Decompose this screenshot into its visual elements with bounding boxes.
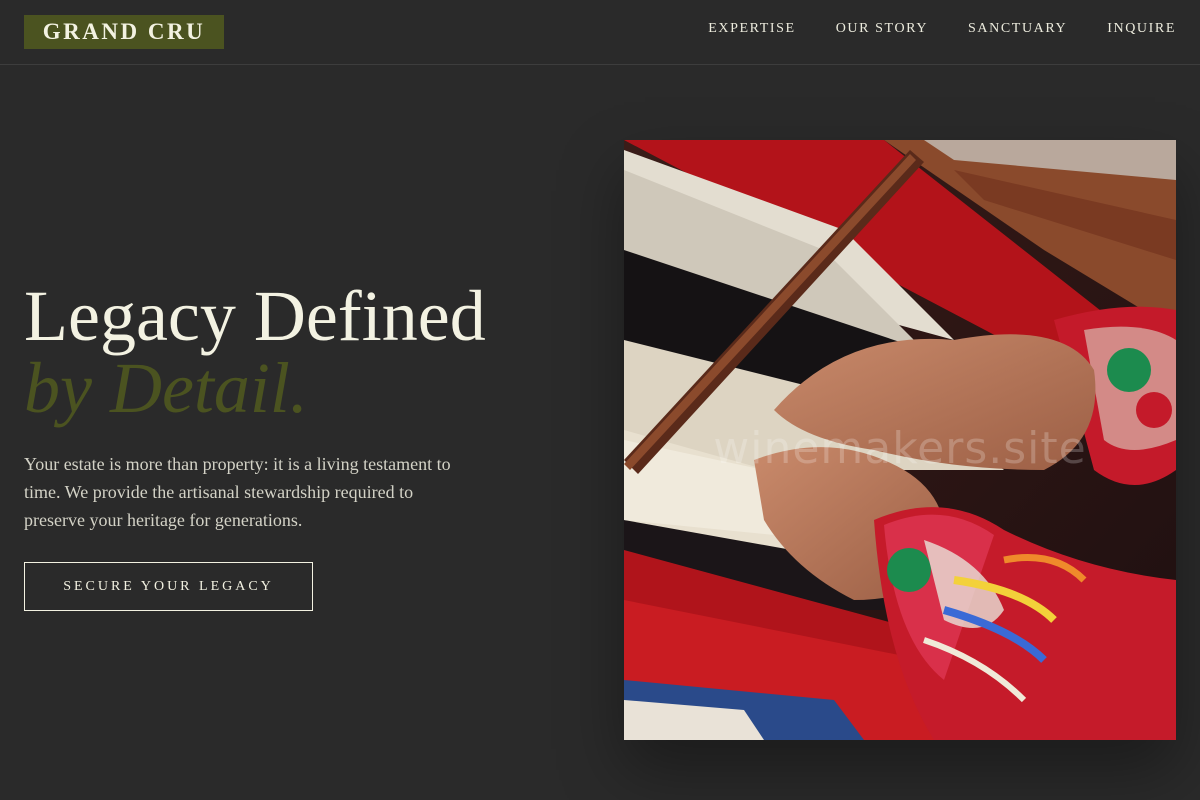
main-nav: EXPERTISE OUR STORY SANCTUARY INQUIRE	[668, 21, 1176, 37]
secure-legacy-button[interactable]: SECURE YOUR LEGACY	[24, 562, 313, 611]
nav-link-sanctuary[interactable]: SANCTUARY	[968, 21, 1067, 37]
site-header: GRAND CRU EXPERTISE OUR STORY SANCTUARY …	[0, 0, 1200, 65]
hero-weaving-photo: winemakers.site	[624, 140, 1176, 740]
hero-title-line2: by Detail.	[24, 348, 308, 428]
nav-link-expertise[interactable]: EXPERTISE	[708, 21, 795, 37]
hero-description: Your estate is more than property: it is…	[24, 454, 451, 530]
hero-title-line1: Legacy Defined	[24, 276, 486, 356]
nav-link-our-story[interactable]: OUR STORY	[836, 21, 928, 37]
hero-headline: Legacy Defined by Detail.	[24, 280, 486, 424]
brand-logo[interactable]: GRAND CRU	[24, 15, 224, 49]
nav-link-inquire[interactable]: INQUIRE	[1107, 21, 1176, 37]
